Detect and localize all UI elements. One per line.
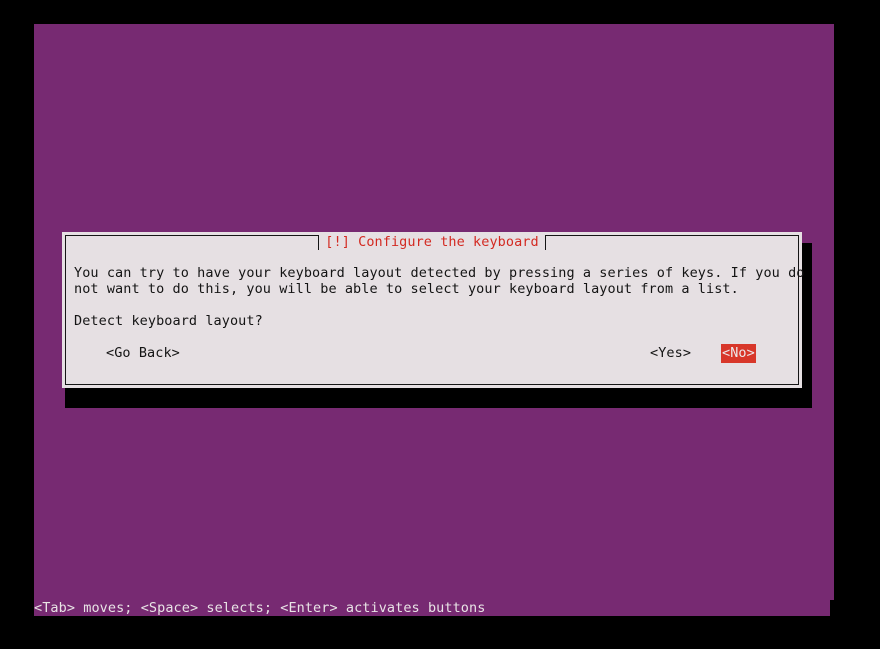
no-button[interactable]: <No> (721, 344, 756, 363)
dialog-prompt-question: Detect keyboard layout? (74, 313, 263, 329)
configure-keyboard-dialog: [!] Configure the keyboard You can try t… (62, 232, 805, 388)
dialog-body-line-2: not want to do this, you will be able to… (74, 281, 739, 297)
status-bar-hint-text: <Tab> moves; <Space> selects; <Enter> ac… (34, 600, 486, 616)
yes-button[interactable]: <Yes> (650, 345, 691, 362)
go-back-button[interactable]: <Go Back> (106, 345, 180, 362)
dialog-body-line-1: You can try to have your keyboard layout… (74, 265, 805, 281)
status-bar: <Tab> moves; <Space> selects; <Enter> ac… (34, 600, 830, 616)
dialog-button-row: <Go Back> <Yes> <No> (62, 344, 802, 363)
